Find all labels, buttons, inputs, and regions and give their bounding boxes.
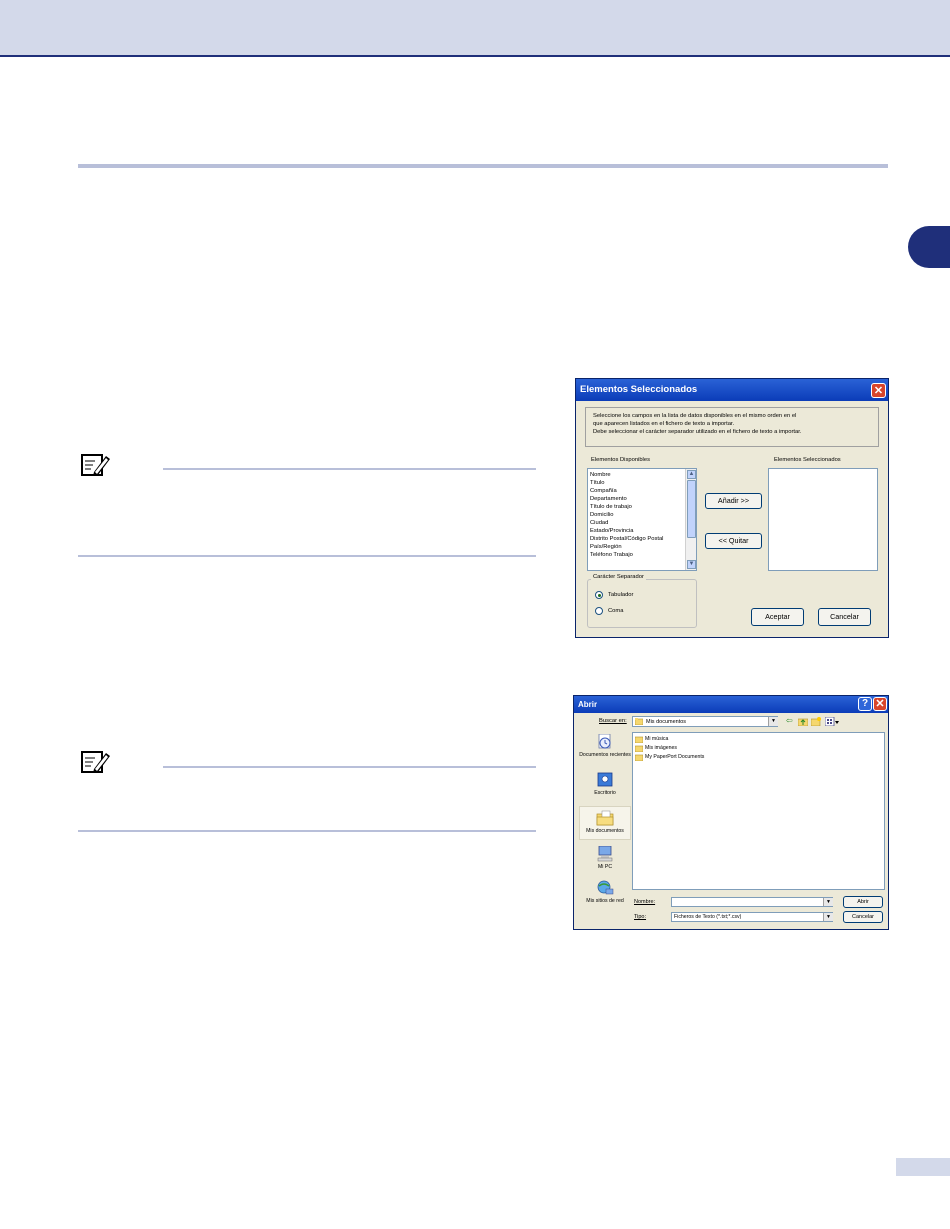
file-name: My PaperPort Documents [645,754,705,760]
network-places-icon [597,880,614,895]
place-recent-documents[interactable]: Documentos recientes [579,732,631,768]
place-desktop[interactable]: Escritorio [579,770,631,800]
chapter-tab [908,226,950,268]
views-menu-icon[interactable] [825,717,839,726]
scroll-down-arrow-icon[interactable]: ▼ [687,560,696,569]
section-heading-rule [78,164,888,168]
name-label: Nombre: [634,899,656,905]
dialog-title: Abrir [578,700,598,709]
instruction-line: que aparecen listados en el fichero de t… [593,421,735,427]
page-header-band [0,0,950,57]
note-bottom-rule [78,830,536,832]
my-documents-icon [596,810,614,826]
look-in-dropdown[interactable]: Mis documentos ▼ [632,716,778,727]
list-item[interactable]: Distrito Postal/Código Postal [590,536,663,543]
open-titlebar: Abrir [574,696,888,713]
note-top-rule [163,468,536,470]
chevron-down-icon[interactable]: ▼ [823,913,833,921]
place-network[interactable]: Mis sitios de red [579,878,631,908]
recent-documents-icon [598,734,611,749]
page-number-tab [896,1158,950,1176]
open-button[interactable]: Abrir [843,896,883,908]
remove-button[interactable]: << Quitar [705,533,762,549]
file-name: Mi música [645,736,669,742]
type-dropdown[interactable]: Ficheros de Texto (*.txt;*.csv) ▼ [671,912,833,922]
look-in-value: Mis documentos [646,719,687,725]
desktop-icon [597,772,613,787]
available-label: Elementos Disponibles [591,457,650,463]
folder-icon [635,736,643,743]
list-item[interactable]: País/Región [590,544,622,551]
list-item[interactable]: Compañía [590,488,617,495]
places-bar: Documentos recientes Escritorio Mis docu… [579,730,631,910]
folder-icon [635,754,643,761]
radio-label-coma[interactable]: Coma [608,608,623,615]
scroll-thumb[interactable] [687,480,696,538]
note-top-rule [163,766,536,768]
list-item[interactable]: Teléfono Trabajo [590,552,633,559]
type-label: Tipo: [634,914,647,920]
scroll-up-arrow-icon[interactable]: ▲ [687,470,696,479]
ok-button[interactable]: Aceptar [751,608,804,626]
file-list-pane[interactable]: Mi música Mis imágenes My PaperPort Docu… [632,732,885,890]
list-item[interactable]: Nombre [590,472,611,479]
radio-label-tabulador[interactable]: Tabulador [608,592,633,599]
separator-group-label: Carácter Separador [591,574,646,581]
new-folder-icon[interactable] [811,717,821,726]
place-label: Escritorio [594,790,616,796]
dialog-title: Elementos Seleccionados [580,384,698,395]
available-fields-list[interactable]: Nombre Título Compañía Departamento Títu… [587,468,697,571]
look-in-label: Buscar en: [599,718,627,724]
cancel-button[interactable]: Cancelar [818,608,871,626]
radio-tabulador[interactable] [595,591,603,599]
list-item[interactable]: Departamento [590,496,627,503]
place-my-computer[interactable]: Mi PC [579,844,631,874]
folder-icon [635,718,643,725]
list-item[interactable]: Domicilio [590,512,614,519]
instruction-line: Seleccione los campos en la lista de dat… [593,413,797,419]
back-icon[interactable]: ⇦ [786,716,793,726]
instruction-line: Debe seleccionar el carácter separador u… [593,429,802,435]
select-fields-dialog: Elementos Seleccionados ✕ Seleccione los… [575,378,889,638]
note-pencil-icon [81,751,110,773]
selected-fields-list[interactable] [768,468,878,571]
separator-groupbox [587,579,697,628]
select-fields-titlebar: Elementos Seleccionados [576,379,888,401]
help-icon[interactable]: ? [858,697,872,711]
list-item[interactable]: Estado/Provincia [590,528,634,535]
folder-icon [635,745,643,752]
chevron-down-icon[interactable]: ▼ [823,898,833,906]
note-pencil-icon [81,454,110,476]
place-label: Mis sitios de red [586,898,624,904]
type-value: Ficheros de Texto (*.txt;*.csv) [674,914,742,920]
list-item[interactable]: Título [590,480,605,487]
list-item[interactable]: Ciudad [590,520,608,527]
place-label: Mis documentos [586,828,624,834]
up-folder-icon[interactable] [798,717,808,726]
close-icon[interactable]: ✕ [871,383,886,398]
open-dialog: Abrir ? ✕ Buscar en: Mis documentos ▼ ⇦ … [573,695,889,930]
place-label: Documentos recientes [579,752,631,758]
list-scrollbar[interactable]: ▲ ▼ [685,469,696,570]
file-name: Mis imágenes [645,745,678,751]
add-button[interactable]: Añadir >> [705,493,762,509]
note-bottom-rule [78,555,536,557]
place-my-documents[interactable]: Mis documentos [579,806,631,840]
name-field[interactable]: ▼ [671,897,833,907]
close-icon[interactable]: ✕ [873,697,887,711]
radio-coma[interactable] [595,607,603,615]
chevron-down-icon[interactable]: ▼ [768,717,778,726]
selected-label: Elementos Seleccionados [774,457,841,463]
place-label: Mi PC [597,864,613,870]
my-computer-icon [597,846,613,862]
list-item[interactable]: Título de trabajo [590,504,632,511]
instructions-box: Seleccione los campos en la lista de dat… [585,407,879,447]
cancel-button[interactable]: Cancelar [843,911,883,923]
